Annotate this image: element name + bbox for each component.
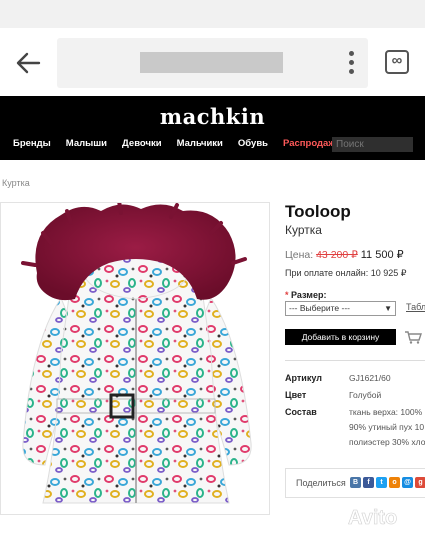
- cart-icon[interactable]: [404, 330, 422, 344]
- avito-watermark: Avito: [318, 504, 398, 529]
- required-mark: *: [285, 290, 289, 300]
- online-price: При оплате онлайн: 10 925 ₽: [285, 268, 407, 278]
- spec-value-composition: ткань верха: 100%: [349, 407, 423, 417]
- size-label-text: Размер:: [291, 290, 327, 300]
- browser-toolbar: ∞: [0, 28, 425, 96]
- breadcrumb[interactable]: Куртка: [2, 178, 30, 188]
- add-to-cart-button[interactable]: Добавить в корзину: [285, 329, 396, 345]
- search-input[interactable]: [332, 137, 413, 152]
- nav-boys[interactable]: Мальчики: [177, 138, 223, 149]
- spec-value-article: GJ1621/60: [349, 373, 391, 383]
- spec-value-composition-3: полиэстер 30% хло: [349, 437, 425, 447]
- new-price: 11 500 ₽: [360, 249, 404, 261]
- tabs-button[interactable]: ∞: [385, 50, 409, 74]
- twitter-icon[interactable]: t: [376, 477, 387, 488]
- google-plus-icon[interactable]: g: [415, 477, 425, 488]
- price-line: Цена: 43 200 ₽ 11 500 ₽: [285, 248, 404, 261]
- nav-brands[interactable]: Бренды: [13, 138, 51, 149]
- share-icons: В f t о @ g: [350, 477, 425, 488]
- site-logo[interactable]: machkin: [0, 104, 425, 129]
- mailru-icon[interactable]: @: [402, 477, 413, 488]
- product-brand[interactable]: Tooloop: [285, 202, 351, 222]
- size-label: * Размер:: [285, 290, 326, 300]
- old-price: 43 200 ₽: [316, 249, 358, 261]
- vk-icon[interactable]: В: [350, 477, 361, 488]
- spec-label-composition: Состав: [285, 407, 317, 417]
- size-select[interactable]: --- Выберите --- ▼: [285, 301, 396, 316]
- spec-label-color: Цвет: [285, 390, 307, 400]
- spec-value-composition-2: 90% утиный пух 10: [349, 422, 425, 432]
- product-type: Куртка: [285, 223, 322, 237]
- spec-label-article: Артикул: [285, 373, 322, 383]
- watermark-text: Avito: [348, 507, 397, 529]
- more-vertical-icon[interactable]: [348, 51, 354, 75]
- nav-babies[interactable]: Малыши: [66, 138, 107, 149]
- site-header: machkin Бренды Малыши Девочки Мальчики О…: [0, 96, 425, 160]
- status-strip: [0, 0, 425, 28]
- product-image[interactable]: [0, 202, 270, 515]
- size-table-link[interactable]: Таблица: [406, 302, 425, 312]
- nav-girls[interactable]: Девочки: [122, 138, 162, 149]
- divider: [285, 360, 425, 361]
- odnoklassniki-icon[interactable]: о: [389, 477, 400, 488]
- nav-shoes[interactable]: Обувь: [238, 138, 268, 149]
- share-label: Поделиться: [296, 478, 346, 488]
- chevron-down-icon: ▼: [384, 304, 392, 313]
- url-redacted: [140, 52, 283, 73]
- spec-value-color: Голубой: [349, 390, 382, 400]
- price-label: Цена:: [285, 249, 314, 261]
- arrow-left-icon[interactable]: [14, 50, 42, 76]
- share-panel: Поделиться В f t о @ g: [285, 468, 425, 498]
- address-bar[interactable]: [57, 38, 368, 88]
- size-select-value: --- Выберите ---: [289, 303, 350, 313]
- jacket-illustration: [21, 203, 252, 504]
- main-nav: Бренды Малыши Девочки Мальчики Обувь Рас…: [13, 138, 355, 149]
- facebook-icon[interactable]: f: [363, 477, 374, 488]
